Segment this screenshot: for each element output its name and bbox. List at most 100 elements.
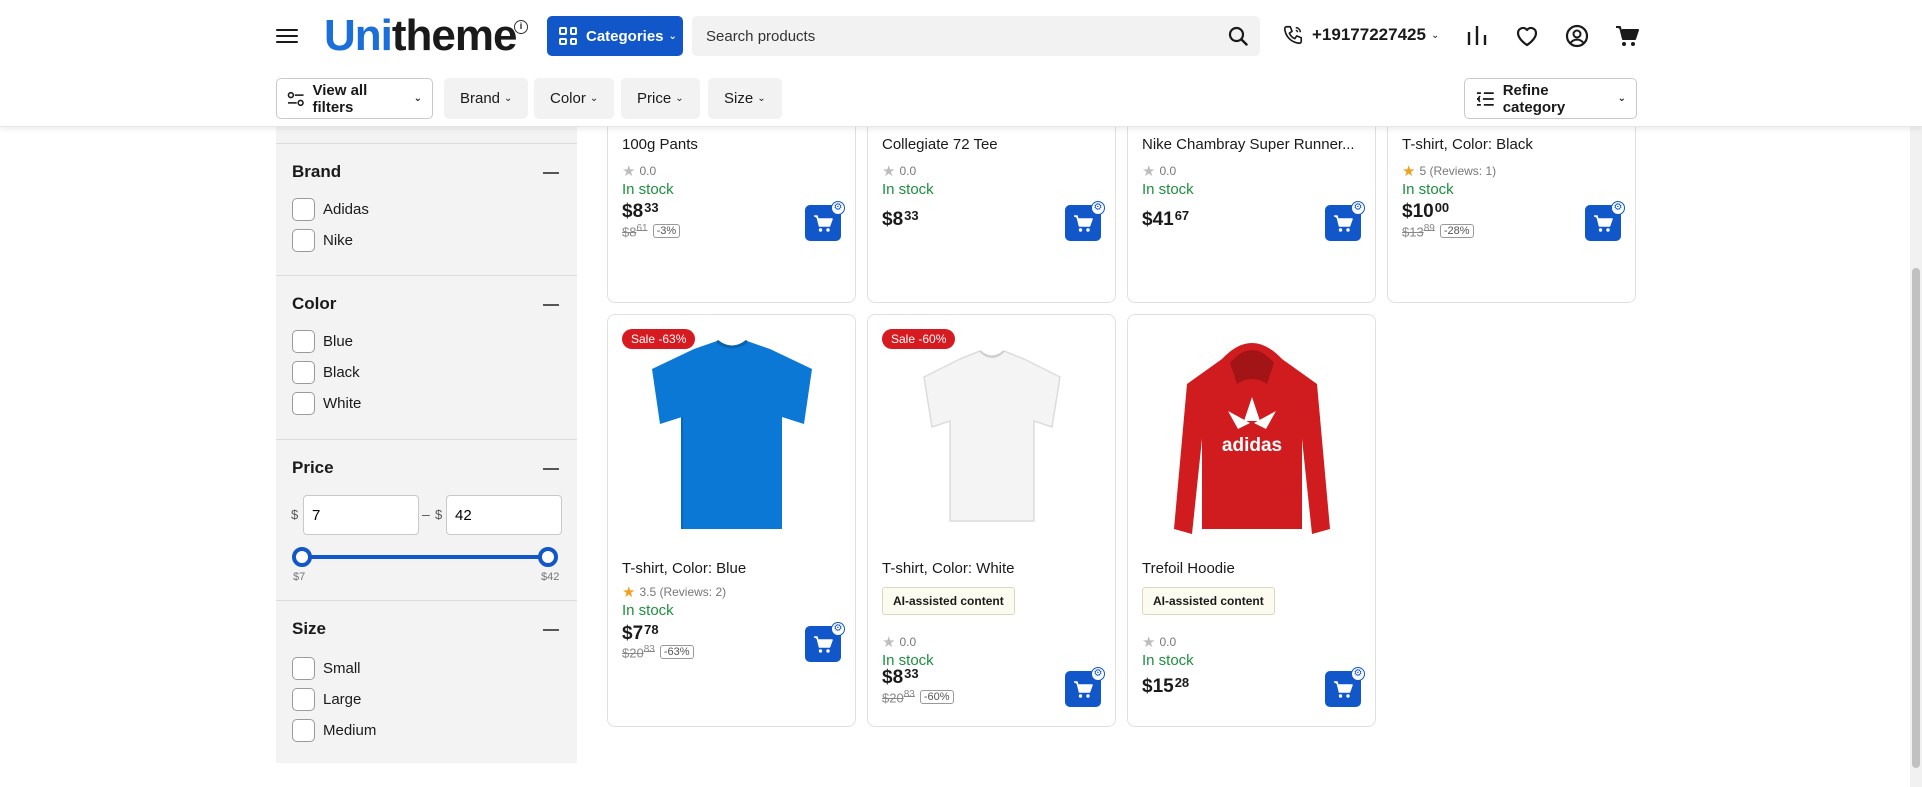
phone-icon <box>1283 25 1303 45</box>
gear-icon: ⚙ <box>1351 667 1365 681</box>
checkbox[interactable] <box>292 361 315 384</box>
cart-icon[interactable] <box>1614 23 1640 49</box>
add-to-cart-button[interactable]: ⚙ <box>805 622 845 662</box>
color-filter-button[interactable]: Color ⌄ <box>534 78 615 119</box>
filter-icon <box>287 91 304 106</box>
menu-icon[interactable] <box>276 25 298 47</box>
search-bar <box>692 16 1260 56</box>
checkbox[interactable] <box>292 688 315 711</box>
chevron-down-icon: ⌄ <box>757 93 766 104</box>
collapse-icon[interactable] <box>543 172 559 174</box>
grid-icon <box>559 27 577 45</box>
add-to-cart-button[interactable]: ⚙ <box>1065 667 1105 707</box>
site-header: Unitheme i Categories ⌄ +19177227425 ⌄ V… <box>0 0 1922 127</box>
product-card[interactable]: Sale -63% T-shirt, Color: Blue ★ 3.5 (Rev… <box>607 314 856 727</box>
compare-icon[interactable] <box>1464 23 1490 49</box>
account-icon[interactable] <box>1564 23 1590 49</box>
filter-option-nike[interactable]: Nike <box>292 229 353 252</box>
product-name[interactable]: Collegiate 72 Tee <box>882 136 1100 153</box>
range-dash: – <box>422 506 430 522</box>
add-to-cart-button[interactable]: ⚙ <box>805 201 845 241</box>
price-max-label: $42 <box>541 571 560 583</box>
product-name[interactable]: T-shirt, Color: Black <box>1402 136 1620 153</box>
ai-content-badge: AI-assisted content <box>1142 587 1275 615</box>
chevron-down-icon: ⌄ <box>675 93 684 104</box>
product-name[interactable]: T-shirt, Color: White <box>882 560 1100 577</box>
price-slider-track[interactable] <box>304 555 550 559</box>
price-min-label: $7 <box>293 571 306 583</box>
filter-option-medium[interactable]: Medium <box>292 719 376 742</box>
scrollbar-thumb[interactable] <box>1912 268 1920 768</box>
checkbox[interactable] <box>292 229 315 252</box>
price-max-input[interactable] <box>446 495 562 535</box>
blue-tshirt-image[interactable] <box>632 329 832 539</box>
gear-icon: ⚙ <box>1091 201 1105 215</box>
size-filter-button[interactable]: Size ⌄ <box>708 78 782 119</box>
star-icon: ★ <box>1142 163 1156 180</box>
white-tshirt-image[interactable] <box>892 329 1092 539</box>
product-rating: ★ 0.0 <box>1142 163 1177 180</box>
add-to-cart-button[interactable]: ⚙ <box>1065 201 1105 241</box>
filter-option-black[interactable]: Black <box>292 361 360 384</box>
info-icon[interactable]: i <box>514 20 528 34</box>
product-price: $833 <box>882 666 919 688</box>
product-price: $778 <box>622 622 659 644</box>
phone-button[interactable]: +19177227425 ⌄ <box>1282 24 1439 46</box>
product-rating: ★ 0.0 <box>622 163 657 180</box>
search-icon[interactable] <box>1228 26 1248 46</box>
view-all-filters-button[interactable]: View all filters ⌄ <box>276 78 433 119</box>
price-filter-section: Price $ – $ <box>276 439 577 601</box>
collapse-icon[interactable] <box>543 629 559 631</box>
size-filter-section: Size Small Large Medium <box>276 600 577 763</box>
gear-icon: ⚙ <box>831 622 845 636</box>
chevron-down-icon: ⌄ <box>1430 29 1440 41</box>
gear-icon: ⚙ <box>1091 667 1105 681</box>
svg-text:adidas: adidas <box>1222 435 1282 456</box>
product-card[interactable]: Sale -60% T-shirt, Color: White AI-assis… <box>867 314 1116 727</box>
stock-status: In stock <box>1142 652 1194 669</box>
product-rating: ★ 5 (Reviews: 1) <box>1402 163 1497 180</box>
product-card[interactable]: adidas Trefoil Hoodie AI-assisted conten… <box>1127 314 1376 727</box>
old-price: $861 -3% <box>622 223 681 239</box>
gear-icon: ⚙ <box>1611 201 1625 215</box>
price-min-input[interactable] <box>303 495 419 535</box>
logo[interactable]: Unitheme <box>324 10 517 62</box>
product-name[interactable]: T-shirt, Color: Blue <box>622 560 840 577</box>
add-to-cart-button[interactable]: ⚙ <box>1325 667 1365 707</box>
brand-filter-button[interactable]: Brand ⌄ <box>444 78 529 119</box>
collapse-icon[interactable] <box>543 304 559 306</box>
product-name[interactable]: Trefoil Hoodie <box>1142 560 1360 577</box>
categories-button[interactable]: Categories ⌄ <box>547 16 683 56</box>
section-title: Brand <box>292 162 342 181</box>
product-name[interactable]: 100g Pants <box>622 136 840 153</box>
collapse-icon[interactable] <box>543 468 559 470</box>
search-input[interactable] <box>692 16 1212 56</box>
checkbox[interactable] <box>292 330 315 353</box>
filter-option-large[interactable]: Large <box>292 688 361 711</box>
checkbox[interactable] <box>292 657 315 680</box>
red-hoodie-image[interactable]: adidas <box>1152 329 1352 539</box>
star-icon: ★ <box>882 634 896 651</box>
price-filter-button[interactable]: Price ⌄ <box>621 78 700 119</box>
old-price: $1389 -28% <box>1402 223 1474 239</box>
product-name[interactable]: Nike Chambray Super Runner... <box>1142 136 1360 153</box>
product-rating: ★ 0.0 <box>882 634 917 651</box>
add-to-cart-button[interactable]: ⚙ <box>1325 201 1365 241</box>
refine-category-button[interactable]: Refine category ⌄ <box>1464 78 1637 119</box>
checkbox[interactable] <box>292 392 315 415</box>
sale-badge: Sale -63% <box>622 329 696 349</box>
checkbox[interactable] <box>292 719 315 742</box>
price-slider-max-handle[interactable] <box>538 547 558 567</box>
stock-status: In stock <box>622 181 674 198</box>
filter-option-adidas[interactable]: Adidas <box>292 198 369 221</box>
add-to-cart-button[interactable]: ⚙ <box>1585 201 1625 241</box>
filter-option-small[interactable]: Small <box>292 657 361 680</box>
checkbox[interactable] <box>292 198 315 221</box>
product-price: $4167 <box>1142 208 1190 230</box>
price-slider-min-handle[interactable] <box>292 547 312 567</box>
filter-option-white[interactable]: White <box>292 392 361 415</box>
color-filter-section: Color Blue Black White <box>276 275 577 440</box>
heart-icon[interactable] <box>1514 23 1540 49</box>
filter-option-blue[interactable]: Blue <box>292 330 353 353</box>
stock-status: In stock <box>1402 181 1454 198</box>
